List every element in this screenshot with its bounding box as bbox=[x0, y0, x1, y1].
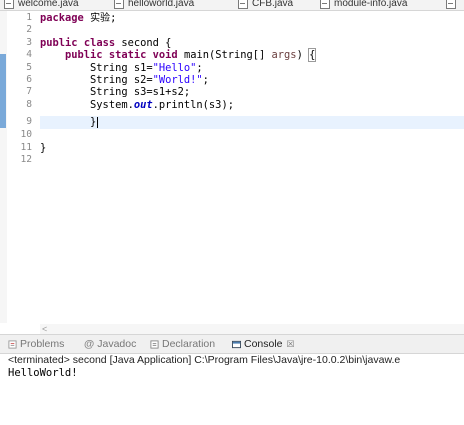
line-code: public static void main(String[] args) { bbox=[40, 48, 317, 63]
line-code: String s3=s1+s2; bbox=[40, 86, 190, 98]
bottom-views-panel: Problems @ Javadoc Declaration Console ☒… bbox=[0, 334, 464, 425]
tab-welcome-java[interactable]: welcome.java bbox=[4, 0, 79, 10]
tab-cfb-java[interactable]: CFB.java bbox=[238, 0, 293, 10]
code-text: second { bbox=[115, 36, 172, 49]
line-code: public class second { bbox=[40, 37, 171, 49]
at-sign-icon: @ bbox=[84, 338, 95, 350]
line-number: 5 bbox=[26, 61, 32, 73]
line-number: 3 bbox=[26, 36, 32, 48]
code-editor[interactable]: 1 package 实验; 2 3 public class second { … bbox=[0, 11, 464, 334]
tab-declaration[interactable]: Declaration bbox=[150, 337, 215, 351]
semicolon: ; bbox=[202, 74, 209, 86]
package-name: 实验 bbox=[90, 13, 111, 24]
java-file-icon bbox=[114, 0, 124, 9]
tab-label: welcome.java bbox=[18, 0, 79, 9]
tab-label: Javadoc bbox=[97, 338, 137, 350]
line-code: System.out.println(s3); bbox=[40, 99, 234, 111]
line-number: 7 bbox=[26, 86, 32, 98]
code-line-2: 2 bbox=[0, 24, 464, 36]
line-number: 6 bbox=[26, 74, 32, 85]
matching-bracket: { bbox=[308, 48, 317, 63]
static-field: out bbox=[133, 98, 153, 111]
code-line-11: 11 } bbox=[0, 142, 464, 154]
tab-console[interactable]: Console ☒ bbox=[232, 337, 295, 351]
console-status-line: <terminated> second [Java Application] C… bbox=[8, 354, 401, 366]
line-number: 11 bbox=[20, 141, 32, 153]
tab-overflow[interactable] bbox=[446, 0, 460, 10]
line-number: 1 bbox=[26, 12, 32, 23]
line-code: package 实验; bbox=[40, 12, 116, 25]
code-line-3: 3 public class second { bbox=[0, 37, 464, 49]
keyword: void bbox=[152, 49, 178, 62]
code-line-1: 1 package 实验; bbox=[0, 12, 464, 24]
line-number: 12 bbox=[20, 154, 32, 165]
code-text: .println(s3); bbox=[152, 98, 234, 111]
keyword: public bbox=[40, 36, 78, 49]
views-tab-bar: Problems @ Javadoc Declaration Console ☒ bbox=[0, 334, 464, 354]
java-file-icon bbox=[446, 0, 456, 9]
console-icon bbox=[232, 340, 241, 348]
line-code: String s1="Hello"; bbox=[40, 62, 203, 74]
line-code: String s2="World!"; bbox=[40, 74, 209, 86]
code-text: System. bbox=[90, 98, 134, 111]
problems-icon bbox=[8, 339, 17, 349]
line-number: 10 bbox=[20, 129, 32, 141]
console-output: HelloWorld! bbox=[8, 367, 78, 379]
tab-label: module-info.java bbox=[334, 0, 408, 9]
code-line-10: 10 bbox=[0, 129, 464, 141]
tab-label: Console bbox=[244, 338, 283, 350]
tab-label: CFB.java bbox=[252, 0, 294, 9]
code-line-7: 7 String s3=s1+s2; bbox=[0, 86, 464, 98]
line-number: 8 bbox=[26, 98, 32, 110]
tab-label: helloworld.java bbox=[128, 0, 195, 9]
line-number: 2 bbox=[26, 24, 32, 36]
semicolon: ; bbox=[110, 12, 117, 24]
parameter: args bbox=[271, 49, 297, 62]
code-text: String s3=s1+s2; bbox=[90, 86, 191, 99]
code-text: main(String[] bbox=[177, 49, 272, 62]
keyword: static bbox=[108, 49, 147, 62]
line-number: 9 bbox=[26, 116, 32, 128]
code-text: String s2= bbox=[90, 74, 153, 86]
java-file-icon bbox=[4, 0, 14, 9]
code-text: String s1= bbox=[90, 61, 153, 74]
code-line-6: 6 String s2="World!"; bbox=[0, 74, 464, 86]
tab-label: Problems bbox=[20, 338, 65, 350]
code-line-5: 5 String s1="Hello"; bbox=[0, 62, 464, 74]
string-literal: "Hello" bbox=[152, 61, 197, 74]
semicolon: ; bbox=[196, 61, 203, 74]
code-line-9: 9 } bbox=[0, 116, 464, 128]
text-caret bbox=[97, 116, 99, 128]
tab-label: Declaration bbox=[162, 338, 216, 350]
tab-helloworld-java[interactable]: helloworld.java bbox=[114, 0, 194, 10]
code-line-4: 4 public static void main(String[] args)… bbox=[0, 48, 464, 63]
tab-module-info-java[interactable]: module-info.java bbox=[320, 0, 407, 10]
editor-horizontal-scrollbar[interactable]: < bbox=[40, 324, 464, 334]
line-code: } bbox=[40, 142, 46, 154]
tab-javadoc[interactable]: @ Javadoc bbox=[84, 337, 136, 351]
code-line-8: 8 System.out.println(s3); bbox=[0, 99, 464, 111]
java-file-icon bbox=[238, 0, 248, 9]
string-literal: "World!" bbox=[152, 74, 203, 86]
java-file-icon bbox=[320, 0, 330, 9]
code-line-12: 12 bbox=[0, 154, 464, 166]
editor-tab-bar: welcome.java helloworld.java CFB.java mo… bbox=[0, 0, 464, 11]
declaration-icon bbox=[150, 339, 159, 349]
line-number: 4 bbox=[26, 49, 32, 61]
code-text: } bbox=[40, 141, 47, 154]
line-code: } bbox=[40, 116, 99, 129]
keyword: public bbox=[65, 49, 103, 62]
tab-problems[interactable]: Problems bbox=[8, 337, 64, 351]
code-text: ) bbox=[296, 49, 310, 62]
close-icon[interactable]: ☒ bbox=[287, 339, 295, 350]
code-text: } bbox=[90, 116, 97, 129]
keyword: package bbox=[40, 12, 84, 24]
keyword: class bbox=[83, 36, 116, 49]
scroll-left-icon[interactable]: < bbox=[42, 324, 47, 334]
